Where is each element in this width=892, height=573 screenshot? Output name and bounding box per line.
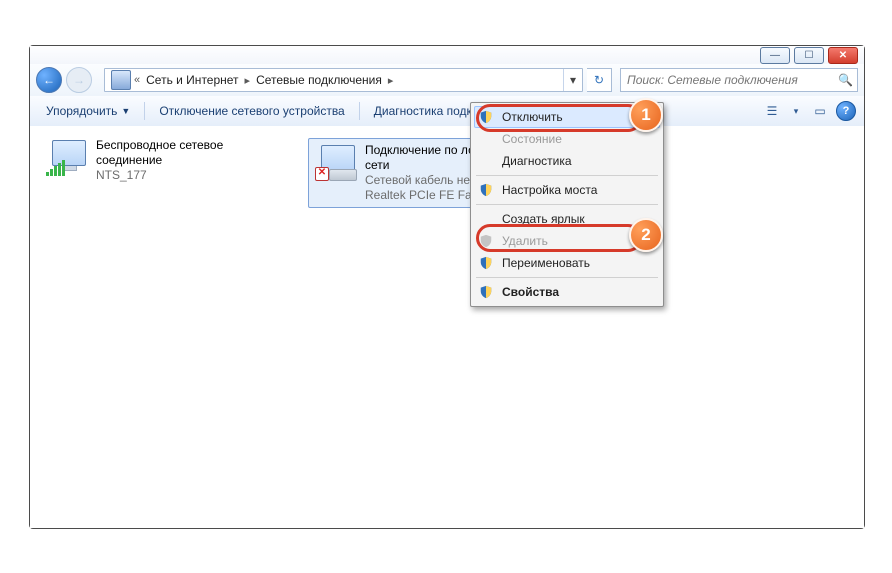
help-button[interactable]: ? [836,101,856,121]
search-box[interactable]: 🔍 [620,68,858,92]
ctx-properties[interactable]: Свойства [474,281,660,303]
maximize-button[interactable]: ☐ [794,47,824,64]
window-titlebar: — ☐ ✕ [30,46,864,65]
toolbar-separator [359,102,360,120]
annotation-badge-2: 2 [629,218,663,252]
minimize-button[interactable]: — [760,47,790,64]
ctx-rename-label: Переименовать [502,256,590,270]
nav-back-button[interactable]: ← [36,67,62,93]
explorer-window: — ☐ ✕ ← → « Сеть и Интернет ▸ Сетевые по… [29,45,865,529]
wifi-title-line2: соединение [96,153,223,168]
lan-connection-icon: ✕ [315,143,357,181]
toolbar: Упорядочить ▼ Отключение сетевого устрой… [30,96,864,127]
nav-row: ← → « Сеть и Интернет ▸ Сетевые подключе… [30,64,864,97]
preview-icon: ▭ [814,104,825,118]
nav-forward-button: → [66,67,92,93]
wifi-connection-icon [46,138,88,176]
shield-icon [478,255,494,271]
blank-icon [478,211,494,227]
blank-icon [478,131,494,147]
toolbar-disable-label: Отключение сетевого устройства [159,104,344,118]
wifi-title-line1: Беспроводное сетевое [96,138,223,153]
search-input[interactable] [625,72,834,88]
close-button[interactable]: ✕ [828,47,858,64]
preview-pane-button[interactable]: ▭ [808,99,832,123]
view-dropdown[interactable]: ▾ [788,99,804,123]
toolbar-separator [144,102,145,120]
chevron-down-icon: ▾ [794,106,799,117]
ctx-shortcut-label: Создать ярлык [502,212,585,226]
shield-icon [478,284,494,300]
connection-wifi[interactable]: Беспроводное сетевое соединение NTS_177 [46,138,296,183]
breadcrumb[interactable]: « Сеть и Интернет ▸ Сетевые подключения … [104,68,583,92]
wifi-ssid: NTS_177 [96,168,223,183]
breadcrumb-sep-2: ▸ [388,74,394,87]
ctx-delete-label: Удалить [502,234,548,248]
ctx-disable-label: Отключить [502,110,563,124]
context-menu: Отключить Состояние Диагностика Настройк… [470,102,664,307]
view-icon: ☰ [767,104,778,118]
ctx-separator [476,204,658,205]
ctx-properties-label: Свойства [502,285,559,299]
search-icon: 🔍 [838,73,853,87]
toolbar-organize-label: Упорядочить [46,104,117,118]
breadcrumb-sep-1: ▸ [245,74,251,87]
shield-icon [478,233,494,249]
shield-icon [478,109,494,125]
ctx-bridge[interactable]: Настройка моста [474,179,660,201]
ctx-diagnose-label: Диагностика [502,154,572,168]
location-icon [111,70,131,90]
ctx-separator [476,175,658,176]
view-mode-button[interactable]: ☰ [760,99,784,123]
chevron-down-icon: ▼ [121,106,130,116]
toolbar-organize[interactable]: Упорядочить ▼ [38,101,138,121]
blank-icon [478,153,494,169]
ctx-bridge-label: Настройка моста [502,183,597,197]
content-area[interactable]: Беспроводное сетевое соединение NTS_177 … [30,126,864,528]
breadcrumb-seg-1[interactable]: Сеть и Интернет [143,73,241,87]
disconnected-x-icon: ✕ [315,167,329,181]
shield-icon [478,182,494,198]
toolbar-disable-device[interactable]: Отключение сетевого устройства [151,101,352,121]
ctx-diagnose[interactable]: Диагностика [474,150,660,172]
breadcrumb-prefix: « [134,74,140,86]
ctx-separator [476,277,658,278]
annotation-badge-1: 1 [629,98,663,132]
ctx-status: Состояние [474,128,660,150]
breadcrumb-seg-2[interactable]: Сетевые подключения [253,73,385,87]
ctx-status-label: Состояние [502,132,562,146]
breadcrumb-dropdown[interactable]: ▾ [563,69,582,91]
ctx-rename[interactable]: Переименовать [474,252,660,274]
refresh-button[interactable]: ↻ [587,68,612,92]
